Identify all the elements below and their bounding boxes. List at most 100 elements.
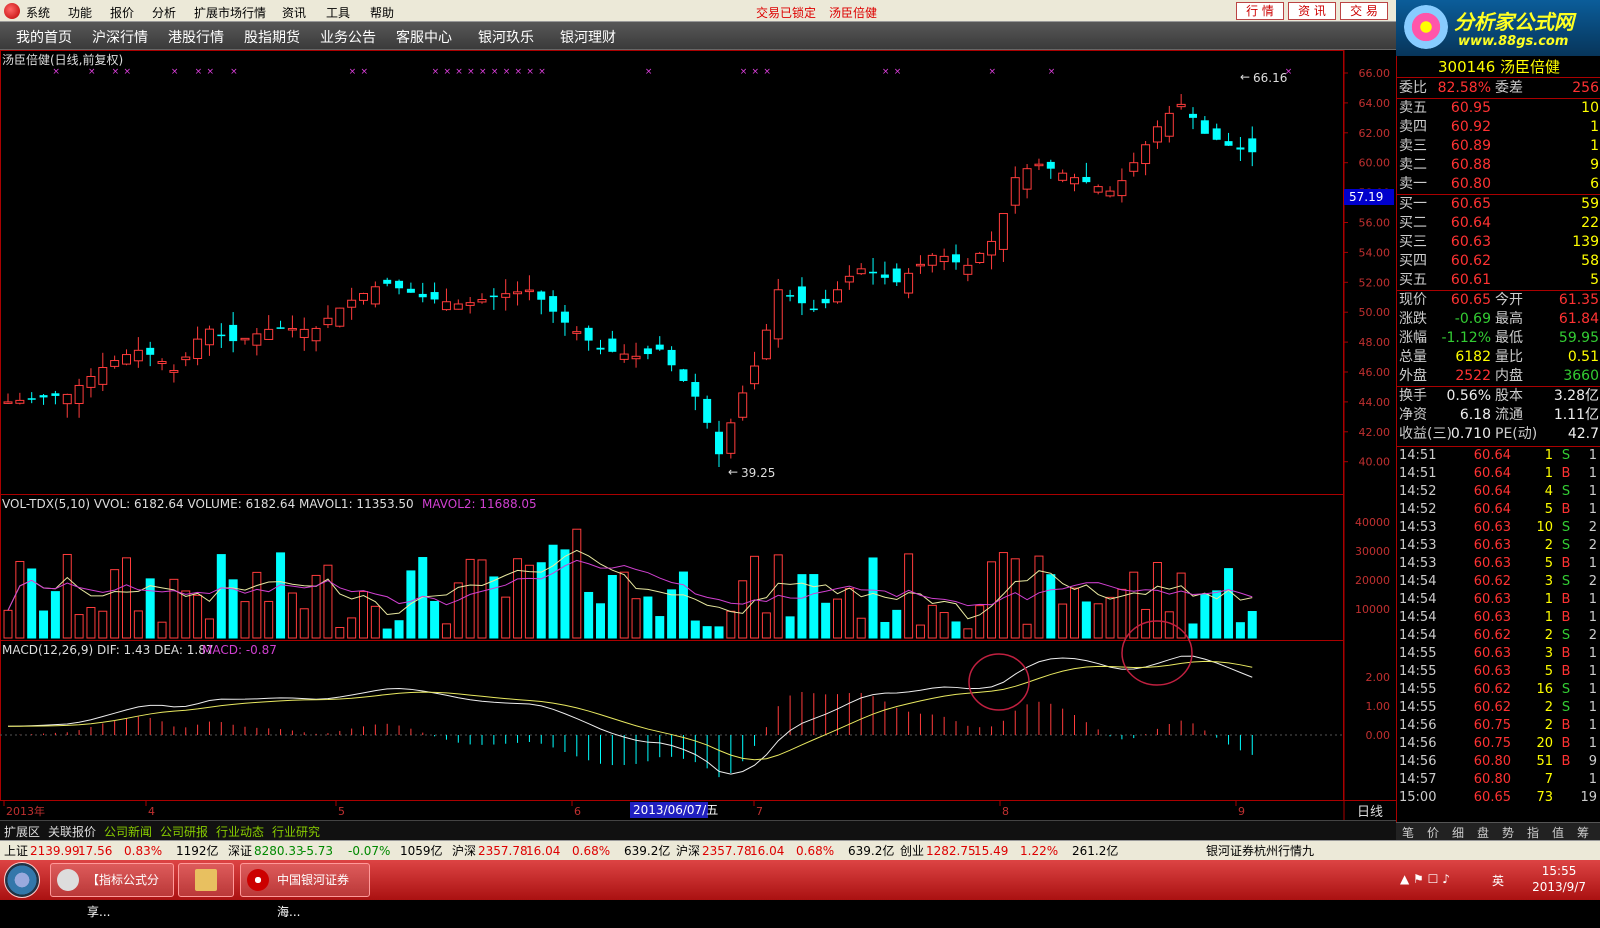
tab-company-research[interactable]: 公司研报 — [160, 823, 208, 840]
trade-button[interactable]: 交 易 — [1340, 2, 1388, 20]
quote-tab[interactable]: 价 — [1427, 824, 1439, 841]
ime-indicator[interactable]: 英 — [1492, 872, 1504, 889]
quote-panel: 300146 汤臣倍健 委比 82.58% 委差 256 卖五 60.95 10 卖四… — [1396, 56, 1600, 826]
volume-bar — [323, 564, 333, 639]
candle-body-down — [892, 268, 901, 283]
broker-server-label[interactable]: 银河证券杭州行情九 — [1206, 842, 1314, 860]
document-icon — [57, 869, 79, 891]
brand-title: 分析家公式网 — [1454, 10, 1574, 34]
stock-code-name: 300146 汤臣倍健 — [1397, 56, 1600, 78]
tab-related-quotes[interactable]: 关联报价 — [48, 823, 96, 840]
signal-marker: × — [538, 67, 546, 77]
candle-body-up — [856, 268, 866, 275]
nav-futures[interactable]: 股指期货 — [244, 27, 300, 47]
signal-marker: × — [52, 67, 60, 77]
signal-marker: × — [361, 67, 369, 77]
kline-chart-area[interactable]: 汤臣倍健(日线,前复权) 66.0064.0062.0060.0058.0056… — [0, 50, 1396, 820]
candle-body-up — [240, 337, 250, 341]
volume-bar — [584, 591, 594, 639]
taskbar-item-yinhe[interactable]: 中国银河证券海... — [240, 863, 370, 919]
volume-bar — [216, 554, 226, 639]
quote-tab[interactable]: 值 — [1552, 824, 1564, 841]
volume-bar — [1034, 555, 1044, 639]
menu-analysis[interactable]: 分析 — [152, 4, 176, 21]
quote-tabs: 笔价细盘势指值筹 — [1396, 822, 1600, 840]
macd-header: MACD(12,26,9) DIF: 1.43 DEA: 1.87 — [2, 643, 214, 657]
volume-bar — [963, 628, 973, 639]
volume-bar — [868, 557, 878, 639]
volume-bar — [844, 588, 854, 639]
quote-tab[interactable]: 盘 — [1477, 824, 1489, 841]
candle-body-up — [1010, 177, 1020, 206]
candle-body-up — [1176, 103, 1186, 108]
quote-tab[interactable]: 势 — [1502, 824, 1514, 841]
buy-level-row: 买一 60.65 59 — [1399, 196, 1599, 212]
candle-body-up — [335, 307, 345, 327]
menu-system[interactable]: 系统 — [26, 4, 50, 21]
menu-help[interactable]: 帮助 — [370, 4, 394, 21]
chart-title: 汤臣倍健(日线,前复权) — [2, 52, 123, 67]
sell-level-row: 卖三 60.89 1 — [1399, 138, 1599, 154]
candle-body-up — [441, 301, 451, 311]
quote-tab[interactable]: 指 — [1527, 824, 1539, 841]
taskbar-item-explorer[interactable] — [178, 863, 234, 897]
candle-body-down — [655, 344, 664, 350]
menu-info[interactable]: 资讯 — [282, 4, 306, 21]
signal-marker: × — [526, 67, 534, 77]
nav-home[interactable]: 我的首页 — [16, 27, 72, 47]
quote-tab[interactable]: 笔 — [1402, 824, 1414, 841]
taskbar-item-formula[interactable]: 【指标公式分享... — [50, 863, 174, 919]
tab-industry-research[interactable]: 行业研究 — [272, 823, 320, 840]
tick-row: 14:53 60.63 10 S 2 — [1399, 520, 1597, 535]
quote-tab[interactable]: 筹 — [1577, 824, 1589, 841]
menu-function[interactable]: 功能 — [68, 4, 92, 21]
date-axis-label: 5 — [338, 805, 345, 818]
menu-tools[interactable]: 工具 — [326, 4, 350, 21]
menu-extended-market[interactable]: 扩展市场行情 — [194, 4, 266, 21]
market-button[interactable]: 行 情 — [1236, 2, 1284, 20]
signal-marker: × — [491, 67, 499, 77]
macd-axis-label: 0.00 — [1366, 729, 1391, 742]
candle-body-up — [844, 275, 854, 283]
candle-body-up — [761, 329, 771, 360]
signal-marker: × — [1048, 67, 1056, 77]
volume-bar — [536, 562, 546, 639]
candle-body-down — [786, 295, 795, 297]
candle-body-up — [465, 302, 475, 306]
index-field: 2139.99 — [30, 844, 80, 858]
nav-yinhe-jiule[interactable]: 银河玖乐 — [478, 27, 534, 47]
candle-body-up — [122, 354, 131, 365]
menu-quote[interactable]: 报价 — [110, 4, 134, 21]
index-field: 639.2亿 — [848, 844, 895, 858]
tab-extension[interactable]: 扩展区 — [4, 823, 40, 840]
nav-yinhe-finance[interactable]: 银河理财 — [560, 27, 616, 47]
volume-bar — [560, 549, 570, 639]
volume-bar — [382, 628, 392, 639]
volume-bar — [453, 582, 463, 639]
clock-date: 2013/9/7 — [1532, 880, 1586, 894]
nav-announcements[interactable]: 业务公告 — [320, 27, 376, 47]
clock[interactable]: 15:55 2013/9/7 — [1532, 863, 1586, 895]
nav-hk[interactable]: 港股行情 — [168, 27, 224, 47]
tab-company-news[interactable]: 公司新闻 — [104, 823, 152, 840]
candle-body-down — [1212, 128, 1221, 140]
macd-axis-label: 2.00 — [1366, 671, 1391, 684]
index-field: 沪深 — [676, 844, 701, 858]
candle-body-up — [1164, 112, 1174, 137]
nav-sh-sz[interactable]: 沪深行情 — [92, 27, 148, 47]
candle-body-up — [252, 333, 262, 346]
tray-icons[interactable]: ▲ ⚑ ☐ ♪ — [1400, 872, 1450, 886]
candle-body-down — [39, 395, 48, 398]
ie-browser-icon[interactable] — [4, 862, 40, 898]
nav-service[interactable]: 客服中心 — [396, 27, 452, 47]
tab-industry-news[interactable]: 行业动态 — [216, 823, 264, 840]
quote-info-row: 净资 6.18 流通 1.11亿 — [1399, 407, 1599, 423]
quote-tab[interactable]: 细 — [1452, 824, 1464, 841]
sell-level-row: 卖一 60.80 6 — [1399, 176, 1599, 192]
index-field: 1059亿 — [400, 844, 443, 858]
period-label[interactable]: 日线 — [1357, 805, 1383, 820]
volume-bar — [27, 568, 37, 639]
news-button[interactable]: 资 讯 — [1288, 2, 1336, 20]
volume-bar — [548, 544, 558, 639]
menu-bar: 系统 功能 报价 分析 扩展市场行情 资讯 工具 帮助 交易已锁定 汤臣倍健 行… — [0, 0, 1396, 22]
